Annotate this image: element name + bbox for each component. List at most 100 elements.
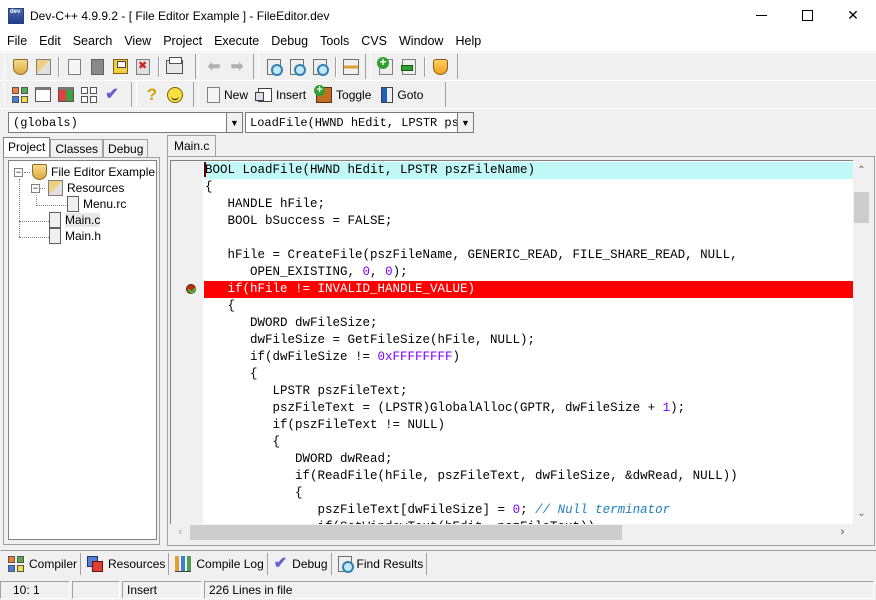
- project-name: File Editor Example: [51, 165, 156, 179]
- menu-debug[interactable]: Debug: [265, 31, 314, 51]
- scroll-up-icon[interactable]: ⌃: [853, 162, 870, 179]
- find-next-button[interactable]: [309, 56, 331, 78]
- tab-compiler[interactable]: Compiler: [5, 553, 82, 575]
- menu-cvs[interactable]: CVS: [355, 31, 393, 51]
- menu-file[interactable]: File: [1, 31, 33, 51]
- editor-tab-main-c[interactable]: Main.c: [167, 135, 217, 157]
- menu-tools[interactable]: Tools: [314, 31, 355, 51]
- redo-button[interactable]: ➡: [226, 56, 248, 78]
- code-line[interactable]: if(hFile != INVALID_HANDLE_VALUE): [204, 281, 853, 298]
- search-toolbar: [258, 54, 366, 79]
- code-line[interactable]: {: [204, 434, 853, 451]
- code-line[interactable]: if(ReadFile(hFile, pszFileText, dwFileSi…: [204, 468, 853, 485]
- insert-button[interactable]: Insert: [254, 84, 310, 106]
- minimize-button[interactable]: [738, 0, 784, 31]
- code-line[interactable]: HANDLE hFile;: [204, 196, 853, 213]
- print-button[interactable]: [163, 56, 185, 78]
- about-button[interactable]: [164, 84, 186, 106]
- menu-view[interactable]: View: [118, 31, 157, 51]
- menu-search[interactable]: Search: [67, 31, 119, 51]
- tab-find-results[interactable]: Find Results: [335, 553, 428, 575]
- devcpp-app-icon[interactable]: [8, 7, 24, 24]
- function-combo[interactable]: LoadFile(HWND hEdit, LPSTR psz: [245, 112, 457, 133]
- breakpoint-icon[interactable]: [186, 284, 196, 294]
- save-all-button[interactable]: [109, 56, 131, 78]
- tab-resources[interactable]: Resources: [84, 553, 170, 575]
- horizontal-scroll-thumb[interactable]: [190, 525, 622, 540]
- code-line[interactable]: {: [204, 298, 853, 315]
- file-label: Menu.rc: [83, 197, 127, 211]
- tab-compile-log[interactable]: Compile Log: [172, 553, 268, 575]
- menu-project[interactable]: Project: [157, 31, 208, 51]
- collapse-icon[interactable]: −: [14, 167, 23, 177]
- code-line[interactable]: BOOL bSuccess = FALSE;: [204, 213, 853, 230]
- compile-button[interactable]: [429, 56, 451, 78]
- tree-node-main-c[interactable]: Main.c: [49, 212, 101, 228]
- code-line[interactable]: if(pszFileText != NULL): [204, 417, 853, 434]
- menu-window[interactable]: Window: [393, 31, 449, 51]
- code-area[interactable]: BOOL LoadFile(HWND hEdit, LPSTR pszFileN…: [204, 162, 853, 524]
- scroll-right-icon[interactable]: ›: [834, 524, 851, 541]
- minimize-icon: [755, 15, 767, 16]
- vertical-scrollbar[interactable]: ⌃ ⌄: [853, 160, 870, 524]
- help-button[interactable]: ?: [141, 84, 163, 106]
- code-line[interactable]: [204, 230, 853, 247]
- vertical-scroll-thumb[interactable]: [854, 192, 869, 223]
- new-project-button[interactable]: [9, 56, 31, 78]
- add-to-project-button[interactable]: [375, 56, 397, 78]
- tree-node-resources[interactable]: − Resources: [31, 180, 124, 196]
- tab-classes[interactable]: Classes: [50, 139, 104, 159]
- new-file-button[interactable]: [63, 56, 85, 78]
- code-line[interactable]: DWORD dwRead;: [204, 451, 853, 468]
- horizontal-scrollbar[interactable]: ‹ ›: [170, 524, 853, 541]
- close-all-button[interactable]: [86, 56, 108, 78]
- menu-edit[interactable]: Edit: [33, 31, 67, 51]
- tab-project[interactable]: Project: [3, 137, 51, 159]
- remove-from-project-button[interactable]: [398, 56, 420, 78]
- menu-help[interactable]: Help: [449, 31, 487, 51]
- maximize-button[interactable]: [784, 0, 830, 31]
- find-button[interactable]: [263, 56, 285, 78]
- code-line[interactable]: BOOL LoadFile(HWND hEdit, LPSTR pszFileN…: [204, 162, 853, 179]
- tree-node-main-h[interactable]: Main.h: [49, 228, 101, 244]
- collapse-icon[interactable]: −: [31, 183, 40, 193]
- undo-button[interactable]: ⬅: [203, 56, 225, 78]
- toggle-button[interactable]: Toggle: [312, 84, 375, 106]
- layout-button[interactable]: [78, 84, 100, 106]
- code-line[interactable]: OPEN_EXISTING, 0, 0);: [204, 264, 853, 281]
- tab-debug-output[interactable]: ✔ Debug: [271, 553, 332, 575]
- code-line[interactable]: pszFileText = (LPSTR)GlobalAlloc(GPTR, d…: [204, 400, 853, 417]
- code-line[interactable]: {: [204, 485, 853, 502]
- code-line[interactable]: hFile = CreateFile(pszFileName, GENERIC_…: [204, 247, 853, 264]
- code-line[interactable]: dwFileSize = GetFileSize(hFile, NULL);: [204, 332, 853, 349]
- tab-debug[interactable]: Debug: [103, 139, 149, 159]
- code-line[interactable]: pszFileText[dwFileSize] = 0; // Null ter…: [204, 502, 853, 519]
- code-line[interactable]: {: [204, 366, 853, 383]
- goto-button[interactable]: Goto: [377, 84, 427, 106]
- open-project-button[interactable]: [32, 56, 54, 78]
- scope-combo[interactable]: (globals): [8, 112, 226, 133]
- tree-node-project[interactable]: − File Editor Example: [14, 164, 155, 180]
- menu-execute[interactable]: Execute: [208, 31, 265, 51]
- tree-node-menu-rc[interactable]: Menu.rc: [67, 196, 126, 212]
- scope-combo-dropdown[interactable]: ▼: [226, 112, 243, 133]
- scroll-down-icon[interactable]: ⌄: [853, 505, 870, 522]
- resources-button[interactable]: [55, 84, 77, 106]
- goto-line-button[interactable]: [340, 56, 362, 78]
- check-button[interactable]: ✔: [101, 84, 123, 106]
- code-line[interactable]: if(dwFileSize != 0xFFFFFFFF): [204, 349, 853, 366]
- compile-run-icon: [12, 86, 28, 103]
- scroll-left-icon[interactable]: ‹: [172, 524, 189, 541]
- function-combo-dropdown[interactable]: ▼: [457, 112, 474, 133]
- code-line[interactable]: {: [204, 179, 853, 196]
- compile-run-button[interactable]: [9, 84, 31, 106]
- new-button[interactable]: New: [203, 84, 252, 106]
- close-file-button[interactable]: [132, 56, 154, 78]
- code-line[interactable]: LPSTR pszFileText;: [204, 383, 853, 400]
- replace-button[interactable]: [286, 56, 308, 78]
- editor-gutter[interactable]: [171, 161, 203, 524]
- window-button[interactable]: [32, 84, 54, 106]
- close-button[interactable]: ✕: [830, 0, 876, 31]
- code-editor[interactable]: BOOL LoadFile(HWND hEdit, LPSTR pszFileN…: [170, 160, 853, 524]
- code-line[interactable]: DWORD dwFileSize;: [204, 315, 853, 332]
